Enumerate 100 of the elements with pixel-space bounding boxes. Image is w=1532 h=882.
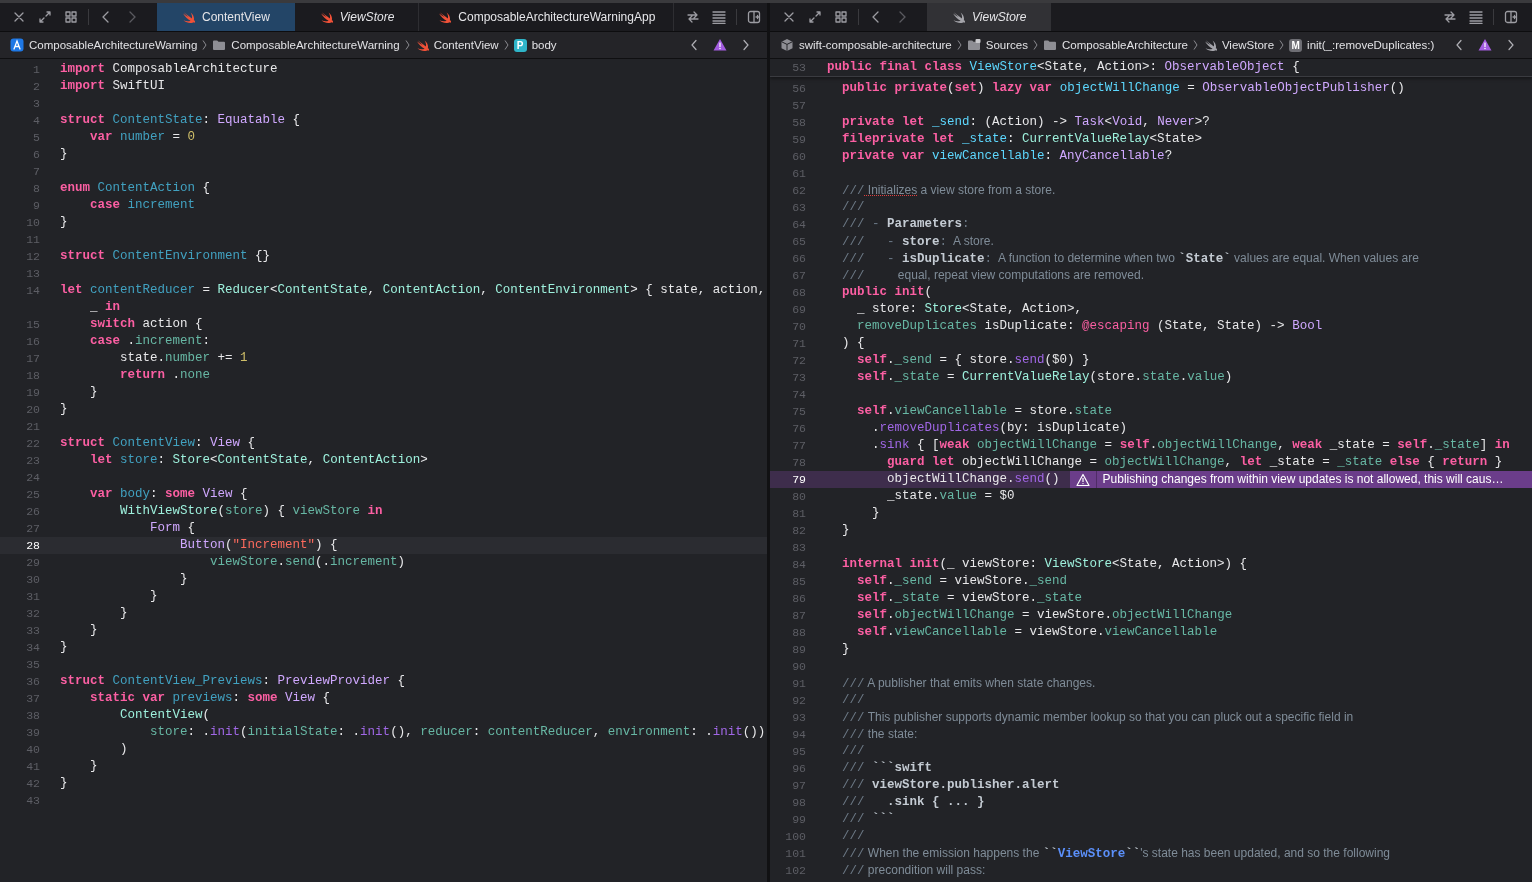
line-number: 9 <box>32 198 41 214</box>
code-line: } <box>90 622 98 639</box>
line-number: 73 <box>791 370 807 386</box>
line-number: 87 <box>791 608 807 624</box>
code-line: } <box>60 214 68 231</box>
code-line: } <box>60 401 68 418</box>
code-line: } <box>60 775 68 792</box>
line-number: 79 <box>791 472 807 488</box>
line-number: 38 <box>25 708 41 724</box>
editor-tab[interactable]: ViewStore <box>294 3 420 31</box>
code-line: _ store: Store<State, Action>, <box>857 301 1083 318</box>
line-number: 24 <box>25 470 41 486</box>
breadcrumb-item[interactable]: ComposableArchitectureWarning <box>10 38 198 52</box>
code-line: fileprivate let _state: CurrentValueRelay<State> <box>842 131 1203 148</box>
line-number: 68 <box>791 285 807 301</box>
breadcrumb-item[interactable]: P body <box>513 38 557 52</box>
code-line: /// <box>842 692 865 709</box>
line-number: 93 <box>791 710 807 726</box>
code-line: struct ContentState: Equatable { <box>60 112 301 129</box>
line-number: 74 <box>791 387 807 403</box>
symbol-icon: P <box>513 38 527 52</box>
line-number: 18 <box>25 368 41 384</box>
line-number: 13 <box>25 266 41 282</box>
line-number: 89 <box>791 642 807 658</box>
code-line: enum ContentAction { <box>60 180 211 197</box>
line-number: 56 <box>791 81 807 97</box>
code-line: private var viewCancellable: AnyCancellable? <box>842 148 1173 165</box>
code-line: ContentView( <box>120 707 211 724</box>
line-number: 57 <box>791 98 807 114</box>
code-line: /// <box>842 743 865 760</box>
line-number: 84 <box>791 557 807 573</box>
line-number: 2 <box>32 79 41 95</box>
editor-tab[interactable]: ViewStore <box>927 3 1052 31</box>
line-number: 83 <box>791 540 807 556</box>
line-number: 40 <box>25 742 41 758</box>
line-number: 37 <box>25 691 41 707</box>
code-line: self.objectWillChange = viewStore.objectWillChange <box>857 607 1233 624</box>
line-number: 72 <box>791 353 807 369</box>
code-line: } <box>150 588 158 605</box>
code-line: _state.value = $0 <box>887 488 1015 505</box>
line-number: 4 <box>32 113 41 129</box>
code-line: } <box>60 146 68 163</box>
line-number: 43 <box>25 793 41 809</box>
line-number: 78 <box>791 455 807 471</box>
line-number: 67 <box>791 268 807 284</box>
code-line: self.viewCancellable = viewStore.viewCancellable <box>857 624 1218 641</box>
code-line: removeDuplicates isDuplicate: @escaping (State, State) -> Bool <box>857 318 1323 335</box>
breadcrumb-item[interactable]: Sources <box>966 38 1028 52</box>
line-number: 30 <box>25 572 41 588</box>
code-line: } <box>180 571 188 588</box>
line-number: 101 <box>784 846 807 862</box>
line-number: 102 <box>784 863 807 879</box>
code-line: private let _send: (Action) -> Task<Void, Never>? <box>842 114 1210 131</box>
line-number: 21 <box>25 419 41 435</box>
breadcrumb-item[interactable]: ContentView <box>414 38 499 52</box>
line-number: 42 <box>25 776 41 792</box>
code-line: self.viewCancellable = store.state <box>857 403 1113 420</box>
code-line: let store: Store<ContentState, ContentAction> <box>90 452 428 469</box>
line-number: 80 <box>791 489 807 505</box>
breadcrumb-item[interactable]: ComposableArchitectureWarning <box>212 38 400 52</box>
symbol-icon: M <box>1289 38 1303 52</box>
code-line: static var previews: some View { <box>90 690 331 707</box>
line-number: 35 <box>25 657 41 673</box>
line-number: 23 <box>25 453 41 469</box>
code-line: guard let objectWillChange = objectWillChange, let _state = _state else { return } <box>887 454 1503 471</box>
breadcrumb-item[interactable]: ViewStore <box>1202 38 1275 52</box>
editor-tab[interactable]: ComposableArchitectureWarningApp <box>419 3 675 31</box>
line-number: 39 <box>25 725 41 741</box>
line-number: 7 <box>32 164 41 180</box>
code-line: public init( <box>842 284 933 301</box>
issue-message: Publishing changes from within view updates is not allowed, this will caus… <box>1101 471 1504 488</box>
breadcrumb-item[interactable]: M init(_:removeDuplicates:) <box>1289 38 1435 52</box>
code-line: internal init(_ viewStore: ViewStore<State, Action>) { <box>842 556 1248 573</box>
code-line: viewStore.send(.increment) <box>210 554 406 571</box>
code-line: } <box>90 384 98 401</box>
code-line: } <box>60 639 68 656</box>
line-number: 99 <box>791 812 807 828</box>
line-number: 94 <box>791 727 807 743</box>
code-line: import SwiftUI <box>60 78 166 95</box>
code-line: switch action { <box>90 316 203 333</box>
line-number: 20 <box>25 402 41 418</box>
code-line: /// ```swift <box>842 760 933 777</box>
code-line: self._state = viewStore._state <box>857 590 1083 607</box>
line-number: 95 <box>791 744 807 760</box>
line-number: 5 <box>32 130 41 146</box>
line-number: 61 <box>791 166 807 182</box>
code-line: } <box>842 641 850 658</box>
line-number: 76 <box>791 421 807 437</box>
code-line: /// This publisher supports dynamic member lookup so that you can pluck out a specific field in <box>842 709 1354 726</box>
breadcrumb-item[interactable]: ComposableArchitecture <box>1042 38 1188 52</box>
line-number: 100 <box>784 829 807 845</box>
code-line: /// - store: A store. <box>842 233 994 250</box>
breadcrumb-item[interactable]: swift-composable-architecture <box>780 38 952 52</box>
editor-tab[interactable]: ContentView <box>157 3 295 31</box>
line-number: 26 <box>25 504 41 520</box>
line-number: 31 <box>25 589 41 605</box>
code-line: /// - Parameters: <box>842 216 970 233</box>
code-line: WithViewStore(store) { viewStore in <box>120 503 383 520</box>
line-number: 33 <box>25 623 41 639</box>
line-number: 32 <box>25 606 41 622</box>
